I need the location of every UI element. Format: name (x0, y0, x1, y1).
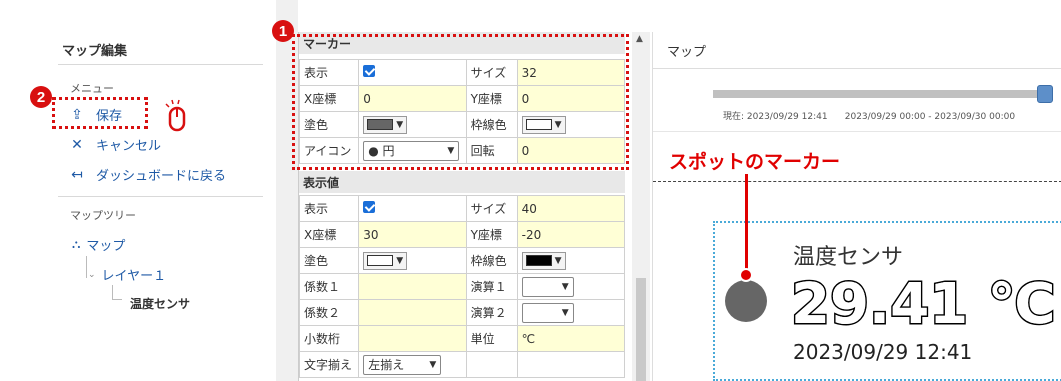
save-highlight-box (52, 97, 148, 129)
tree-node-map-label: マップ (86, 239, 126, 254)
dv-calc2-cell: ▼ (516, 299, 626, 326)
mouse-click-icon (165, 99, 186, 132)
dv-stroke-label: 枠線色 (465, 247, 518, 274)
close-icon: ✕ (71, 136, 83, 153)
dv-align-value: 左揃え (368, 358, 405, 372)
time-info: 現在: 2023/09/29 12:41 2023/09/29 00:00 - … (723, 109, 1015, 122)
display-value-section-header: 表示値 (299, 171, 625, 193)
dv-y-input[interactable]: -20 (516, 221, 626, 248)
properties-scrollbar[interactable]: ▲ (632, 32, 650, 381)
dv-calc1-label: 演算１ (465, 273, 518, 300)
dv-coef2-label: 係数２ (298, 299, 360, 326)
back-to-dashboard-button[interactable]: ↤ ダッシュボードに戻る (68, 165, 227, 185)
marker-highlight-box (292, 34, 629, 170)
hierarchy-icon: ⛬ (72, 237, 81, 251)
dv-align-label: 文字揃え (298, 351, 360, 378)
scrollbar-thumb[interactable] (636, 278, 646, 381)
dv-stroke-cell: ▼ (516, 247, 626, 274)
tree-node-layer[interactable]: ⌄ レイヤー１ (88, 265, 166, 284)
empty-cell (465, 351, 518, 378)
step-badge-2: 2 (30, 86, 52, 108)
display-value-table: 表示 サイズ 40 X座標 30 Y座標 -20 塗色 ▼ 枠線色 ▼ 係数１ … (298, 195, 626, 378)
spot-value-text: 29.41 ℃ (789, 271, 1056, 339)
back-label: ダッシュボードに戻る (96, 169, 227, 184)
dv-size-label: サイズ (465, 195, 518, 222)
tree-node-layer-label: レイヤー１ (101, 269, 167, 284)
dv-x-input[interactable]: 30 (358, 221, 467, 248)
arrow-left-icon: ↤ (71, 166, 83, 183)
spot-value: 29.41 ℃ (789, 271, 1056, 339)
time-slider[interactable] (713, 85, 1053, 103)
spot-sensor-name: 温度センサ (793, 245, 904, 270)
dv-coef1-input[interactable] (358, 273, 467, 300)
dv-calc1-cell: ▼ (516, 273, 626, 300)
tree-node-temp-sensor[interactable]: 温度センサ (130, 295, 190, 312)
annotation-line (745, 174, 748, 280)
time-slider-fill (713, 90, 1046, 98)
chevron-down-icon: ▼ (561, 282, 569, 292)
dv-calc2-select[interactable]: ▼ (521, 303, 574, 323)
annotation-dot (739, 268, 753, 282)
map-title: マップ (667, 45, 707, 60)
empty-cell (516, 351, 626, 378)
tree-node-map[interactable]: ⛬ マップ (72, 235, 125, 254)
chevron-down-icon: ▼ (429, 359, 437, 370)
scroll-up-icon[interactable]: ▲ (636, 34, 643, 44)
tree-line (112, 299, 122, 300)
dv-decimals-label: 小数桁 (298, 325, 360, 352)
divider (653, 68, 1061, 69)
dv-stroke-color-picker[interactable]: ▼ (521, 251, 566, 270)
sidebar: マップ編集 メニュー ⇪ 保存 ✕ キャンセル ↤ ダッシュボードに戻る マップ… (0, 0, 275, 381)
dv-show-checkbox[interactable] (363, 201, 376, 213)
chevron-down-icon: ▼ (561, 308, 569, 318)
spot-timestamp: 2023/09/29 12:41 (793, 340, 973, 364)
dv-align-cell: 左揃え ▼ (358, 351, 467, 378)
current-time: 現在: 2023/09/29 12:41 (723, 112, 828, 122)
dv-fill-cell: ▼ (358, 247, 467, 274)
menu-section-label: メニュー (70, 82, 114, 95)
dv-unit-input[interactable]: ℃ (516, 325, 626, 352)
annotation-spot-marker: スポットのマーカー (669, 151, 841, 173)
dv-x-label: X座標 (298, 221, 360, 248)
map-panel: マップ 現在: 2023/09/29 12:41 2023/09/29 00:0… (652, 32, 1061, 381)
dv-align-select[interactable]: 左揃え ▼ (363, 354, 442, 375)
spot-marker[interactable] (725, 280, 767, 322)
dv-calc2-label: 演算２ (465, 299, 518, 326)
map-editor-page: マップ編集 メニュー ⇪ 保存 ✕ キャンセル ↤ ダッシュボードに戻る マップ… (0, 0, 1061, 381)
sidebar-title: マップ編集 (62, 44, 128, 59)
dv-y-label: Y座標 (465, 221, 518, 248)
dv-show-checkbox-cell (358, 195, 467, 222)
divider (58, 196, 263, 197)
time-slider-thumb[interactable] (1037, 85, 1053, 103)
tree-line (112, 285, 113, 299)
divider (58, 64, 263, 65)
divider (653, 131, 1061, 132)
cancel-label: キャンセル (96, 139, 162, 154)
dv-size-input[interactable]: 40 (516, 195, 626, 222)
tree-section-label: マップツリー (70, 209, 136, 222)
step-badge-1: 1 (272, 20, 294, 42)
tree-line (86, 256, 87, 278)
cancel-button[interactable]: ✕ キャンセル (68, 135, 162, 155)
chevron-down-icon: ⌄ (88, 269, 96, 280)
dv-calc1-select[interactable]: ▼ (521, 277, 574, 297)
dv-unit-label: 単位 (465, 325, 518, 352)
dv-show-label: 表示 (298, 195, 360, 222)
color-swatch (525, 255, 552, 266)
color-swatch (367, 255, 394, 266)
dv-coef1-label: 係数１ (298, 273, 360, 300)
dv-fill-label: 塗色 (298, 247, 360, 274)
dv-decimals-input[interactable] (358, 325, 467, 352)
time-range: 2023/09/29 00:00 - 2023/09/30 00:00 (844, 112, 1016, 122)
dv-fill-color-picker[interactable]: ▼ (363, 251, 408, 270)
dv-coef2-input[interactable] (358, 299, 467, 326)
